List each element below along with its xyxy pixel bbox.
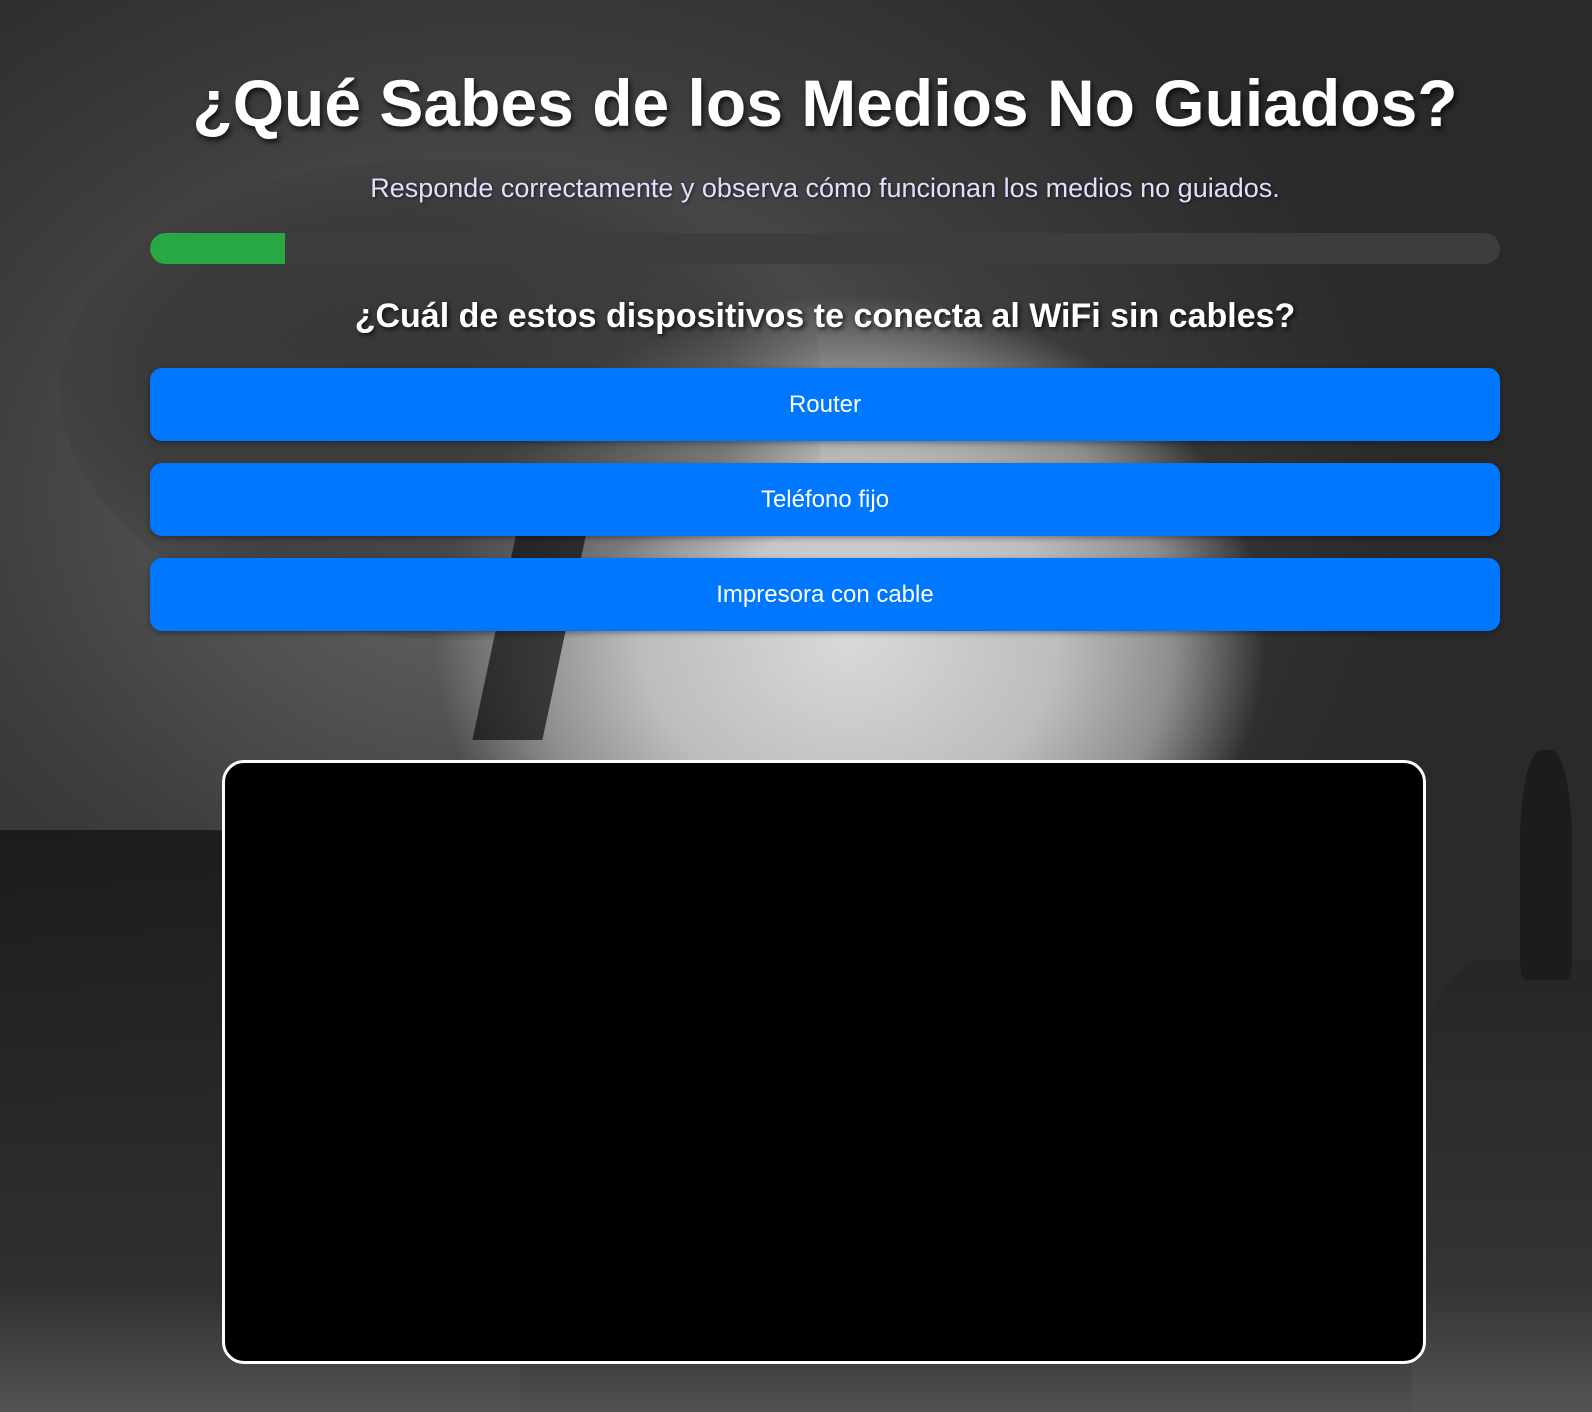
progress-bar-fill (150, 233, 285, 264)
answer-button-router[interactable]: Router (150, 368, 1500, 441)
progress-bar (150, 233, 1500, 264)
answer-button-telefono-fijo[interactable]: Teléfono fijo (150, 463, 1500, 536)
page-subtitle: Responde correctamente y observa cómo fu… (370, 173, 1280, 203)
quiz-container: ¿Qué Sabes de los Medios No Guiados? Res… (150, 0, 1500, 653)
media-display (222, 760, 1426, 1364)
answer-options: Router Teléfono fijo Impresora con cable (150, 368, 1500, 631)
background-figure (1520, 750, 1572, 980)
page-title: ¿Qué Sabes de los Medios No Guiados? (192, 66, 1458, 140)
answer-button-impresora-con-cable[interactable]: Impresora con cable (150, 558, 1500, 631)
question-text: ¿Cuál de estos dispositivos te conecta a… (354, 297, 1296, 335)
